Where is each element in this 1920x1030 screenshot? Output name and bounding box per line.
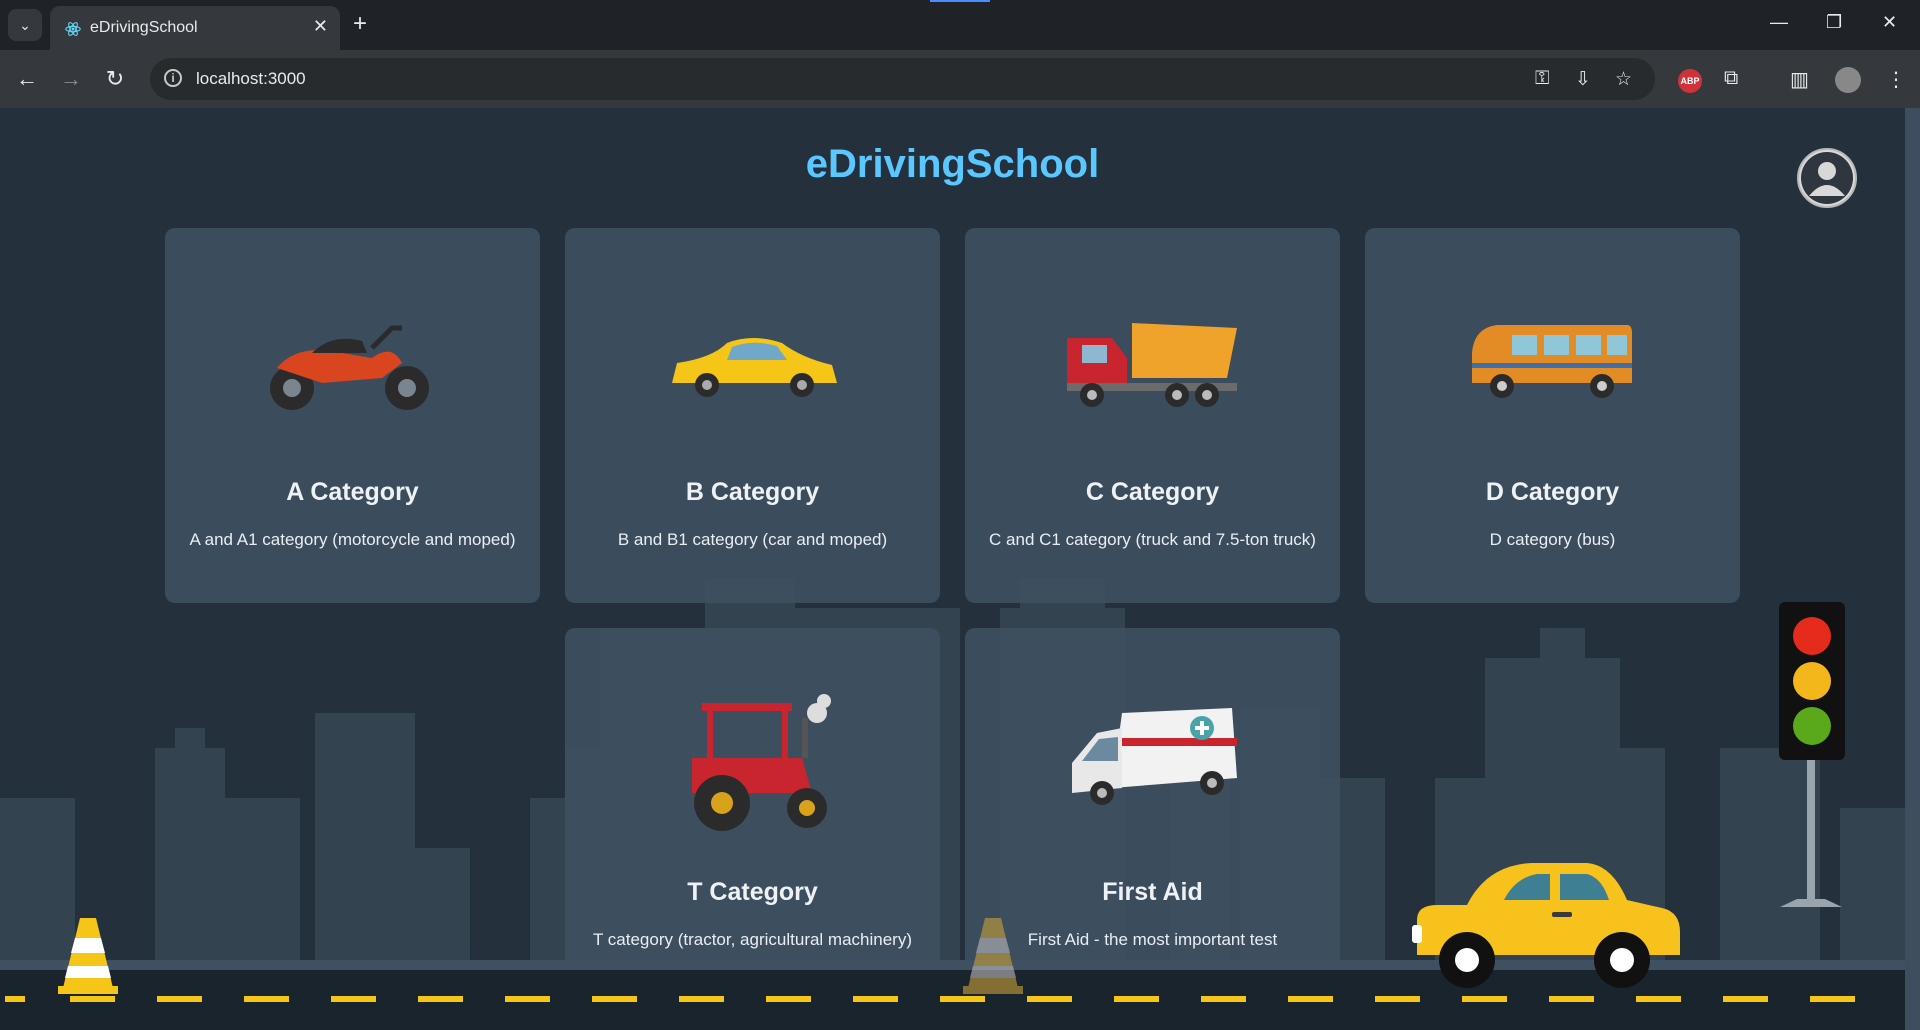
motorcycle-icon <box>270 325 429 410</box>
close-icon[interactable]: ✕ <box>313 16 328 37</box>
back-arrow-icon[interactable]: ← <box>12 64 42 94</box>
new-tab-button[interactable]: + <box>353 10 367 38</box>
card-description: B and B1 category (car and moped) <box>617 530 888 549</box>
card-title: A Category <box>286 478 419 506</box>
chevron-down-icon: ⌄ <box>19 16 31 33</box>
tab-title: eDrivingSchool <box>90 19 198 36</box>
minimize-icon[interactable]: — <box>1770 12 1788 33</box>
card-title: D Category <box>1485 478 1620 506</box>
category-card-d[interactable]: D Category D category (bus) <box>1365 228 1740 603</box>
browser-profile-avatar[interactable] <box>1835 67 1861 93</box>
install-app-icon[interactable]: ⇩ <box>1575 68 1591 91</box>
forward-arrow-icon[interactable]: → <box>56 64 86 94</box>
ambulance-icon <box>1072 708 1237 805</box>
card-description: A and A1 category (motorcycle and moped) <box>189 530 516 549</box>
bus-icon <box>1472 325 1632 398</box>
card-title: First Aid <box>1102 878 1203 906</box>
window-close-icon[interactable]: ✕ <box>1882 12 1897 33</box>
category-card-t[interactable]: T Category T category (tractor, agricult… <box>565 628 940 1003</box>
traffic-cone-icon <box>963 918 1023 994</box>
card-description: D category (bus) <box>1489 530 1616 549</box>
react-logo-icon <box>65 22 81 36</box>
reload-icon[interactable]: ↻ <box>100 64 130 94</box>
more-menu-icon[interactable]: ⋮ <box>1886 67 1906 92</box>
user-avatar[interactable] <box>1797 148 1857 208</box>
address-bar[interactable]: i localhost:3000 ⚿ ⇩ ☆ <box>150 58 1655 100</box>
tab-indicator-line <box>930 0 990 2</box>
card-title: B Category <box>685 478 820 506</box>
app-page: eDrivingSchool A Category A and A1 categ… <box>0 108 1905 1030</box>
browser-tab-bar: ⌄ eDrivingSchool ✕ + — ❐ ✕ <box>0 0 1920 50</box>
yellow-car-icon <box>1412 863 1680 988</box>
car-icon <box>672 338 837 397</box>
key-icon[interactable]: ⚿ <box>1535 68 1549 90</box>
restore-icon[interactable]: ❐ <box>1826 12 1842 33</box>
traffic-cone-icon <box>58 918 118 994</box>
category-card-b[interactable]: B Category B and B1 category (car and mo… <box>565 228 940 603</box>
browser-toolbar: ← → ↻ i localhost:3000 ⚿ ⇩ ☆ ABP ⧉ ▥ ⋮ <box>0 50 1920 108</box>
user-icon <box>1801 152 1853 204</box>
dump-truck-icon <box>1067 323 1237 407</box>
card-title: T Category <box>687 878 818 906</box>
card-description: C and C1 category (truck and 7.5-ton tru… <box>989 530 1316 549</box>
traffic-light-icon <box>1779 602 1845 907</box>
adblock-extension-icon[interactable]: ABP <box>1678 69 1702 93</box>
category-card-c[interactable]: C Category C and C1 category (truck and … <box>965 228 1340 603</box>
url-text[interactable]: localhost:3000 <box>196 69 306 89</box>
site-title: eDrivingSchool <box>805 142 1100 186</box>
tractor-icon <box>692 694 831 831</box>
browser-tab[interactable]: eDrivingSchool ✕ <box>50 6 340 50</box>
tab-search-button[interactable]: ⌄ <box>8 9 42 41</box>
page-scrollbar[interactable] <box>1905 108 1920 1030</box>
extensions-puzzle-icon[interactable]: ⧉ <box>1724 67 1738 90</box>
star-icon[interactable]: ☆ <box>1615 68 1632 91</box>
side-panel-icon[interactable]: ▥ <box>1790 67 1809 92</box>
site-info-icon[interactable]: i <box>164 69 182 87</box>
card-title: C Category <box>1085 478 1220 506</box>
card-description: T category (tractor, agricultural machin… <box>592 930 913 949</box>
category-card-a[interactable]: A Category A and A1 category (motorcycle… <box>165 228 540 603</box>
